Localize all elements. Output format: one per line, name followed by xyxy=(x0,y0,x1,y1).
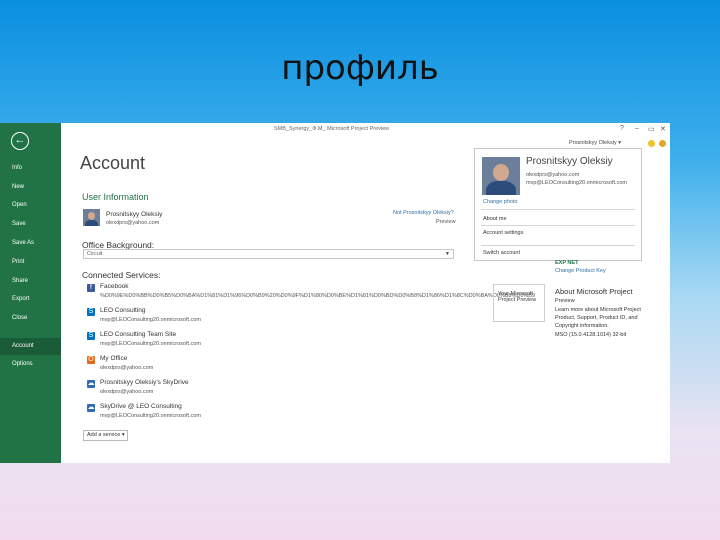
close-icon[interactable]: ✕ xyxy=(660,125,666,133)
page-title: Account xyxy=(80,153,146,173)
sidebar-item-save[interactable]: Save xyxy=(0,216,61,233)
about-me-link[interactable]: About me xyxy=(483,216,507,222)
service-name: LEO Consulting xyxy=(100,307,146,314)
popup-email-2: mvp@LEOConsulting20.onmicrosoft.com xyxy=(526,180,627,186)
avatar xyxy=(83,209,100,226)
product-label: EXP NET xyxy=(555,260,579,266)
popup-divider-1 xyxy=(481,209,635,210)
change-photo-link[interactable]: Change photo xyxy=(483,199,518,205)
popup-avatar xyxy=(482,157,520,195)
service-name: SkyDrive @ LEO Consulting xyxy=(100,403,182,410)
preview-link[interactable]: Preview xyxy=(436,219,456,225)
not-user-link[interactable]: Not Prosnitskyy Oleksiy? xyxy=(393,210,454,216)
service-detail: mvp@LEOConsulting20.onmicrosoft.com xyxy=(100,413,201,419)
sidebar-item-info[interactable]: Info xyxy=(0,160,61,177)
service-detail: mvp@LEOConsulting20.onmicrosoft.com xyxy=(100,341,201,347)
about-product-button[interactable]: Your Microsoft Project Preview xyxy=(493,284,545,322)
document-title: SMB_Synergy_Ф.М_ Microsoft Project Previ… xyxy=(274,126,390,132)
service-detail: mvp@LEOConsulting20.onmicrosoft.com xyxy=(100,317,201,323)
backstage-sidebar: ← Info New Open Save Save As Print Share Export… xyxy=(0,123,61,463)
service-detail: olexdprs@yahoo.com xyxy=(100,365,154,371)
office-background-value: Circuit xyxy=(87,251,103,257)
chevron-down-icon: ▼ xyxy=(445,251,450,257)
about-line-5: MSO (15.0.4128.1014) 32-bit xyxy=(555,332,627,338)
service-icon: S xyxy=(87,332,95,340)
about-line-4: Copyright information. xyxy=(555,323,609,329)
slide-title: профиль xyxy=(281,48,439,88)
user-email: olexdprs@yahoo.com xyxy=(106,220,160,226)
switch-account-link[interactable]: Switch account xyxy=(483,250,520,256)
office-background-select[interactable]: Circuit ▼ xyxy=(83,249,454,259)
sidebar-item-share[interactable]: Share xyxy=(0,273,61,290)
sidebar-item-account[interactable]: Account xyxy=(0,338,61,355)
change-product-key-link[interactable]: Change Product Key xyxy=(555,268,606,274)
service-name: Facebook xyxy=(100,283,129,290)
account-popup: Prosnitskyy Oleksiy olexdprs@yahoo.com m… xyxy=(474,148,642,261)
service-name: Prosnitskyy Oleksiy's SkyDrive xyxy=(100,379,189,386)
sidebar-item-new[interactable]: New xyxy=(0,179,61,196)
popup-user-name: Prosnitskyy Oleksiy xyxy=(526,156,613,167)
service-detail: olexdprs@yahoo.com xyxy=(100,389,154,395)
about-logo-text: Your Microsoft Project Preview xyxy=(498,291,537,303)
minimize-icon[interactable]: – xyxy=(635,125,639,132)
sidebar-item-export[interactable]: Export xyxy=(0,291,61,308)
help-icon[interactable]: ? xyxy=(620,125,624,132)
service-detail: %D0%9E%D0%BB%D0%B5%D0%BA%D1%81%D1%96%D0%… xyxy=(100,293,536,299)
user-name: Prosnitskyy Oleksiy xyxy=(106,211,163,218)
popup-email-1: olexdprs@yahoo.com xyxy=(526,172,580,178)
add-service-button[interactable]: Add a service ▾ xyxy=(83,430,128,441)
maximize-icon[interactable]: ▭ xyxy=(648,125,655,133)
sidebar-item-open[interactable]: Open xyxy=(0,197,61,214)
smile-icon[interactable] xyxy=(648,140,655,147)
user-info-heading: User Information xyxy=(82,192,149,202)
user-menu-button[interactable]: Prosnitskyy Oleksiy ▾ xyxy=(569,140,621,146)
service-icon: S xyxy=(87,308,95,316)
connected-services-heading: Connected Services: xyxy=(82,270,161,280)
sidebar-item-close[interactable]: Close xyxy=(0,310,61,327)
back-arrow-icon[interactable]: ← xyxy=(11,132,29,150)
about-line-1: Preview xyxy=(555,298,575,304)
service-name: LEO Consulting Team Site xyxy=(100,331,177,338)
about-title: About Microsoft Project xyxy=(555,287,633,296)
about-line-2: Learn more about Microsoft Project xyxy=(555,307,641,313)
popup-divider-2 xyxy=(481,225,635,226)
frown-icon[interactable] xyxy=(659,140,666,147)
service-icon: ☁ xyxy=(87,404,95,412)
service-icon: f xyxy=(87,284,95,292)
popup-divider-3 xyxy=(481,245,635,246)
account-settings-link[interactable]: Account settings xyxy=(483,230,523,236)
sidebar-item-print[interactable]: Print xyxy=(0,254,61,271)
title-bar: SMB_Synergy_Ф.М_ Microsoft Project Previ… xyxy=(61,123,670,137)
sidebar-item-save-as[interactable]: Save As xyxy=(0,235,61,252)
service-icon: ☁ xyxy=(87,380,95,388)
service-icon: O xyxy=(87,356,95,364)
about-line-3: Product, Support, Product ID, and xyxy=(555,315,638,321)
project-window: ← Info New Open Save Save As Print Share Export… xyxy=(0,123,670,463)
service-name: My Office xyxy=(100,355,128,362)
sidebar-item-options[interactable]: Options xyxy=(0,356,61,373)
